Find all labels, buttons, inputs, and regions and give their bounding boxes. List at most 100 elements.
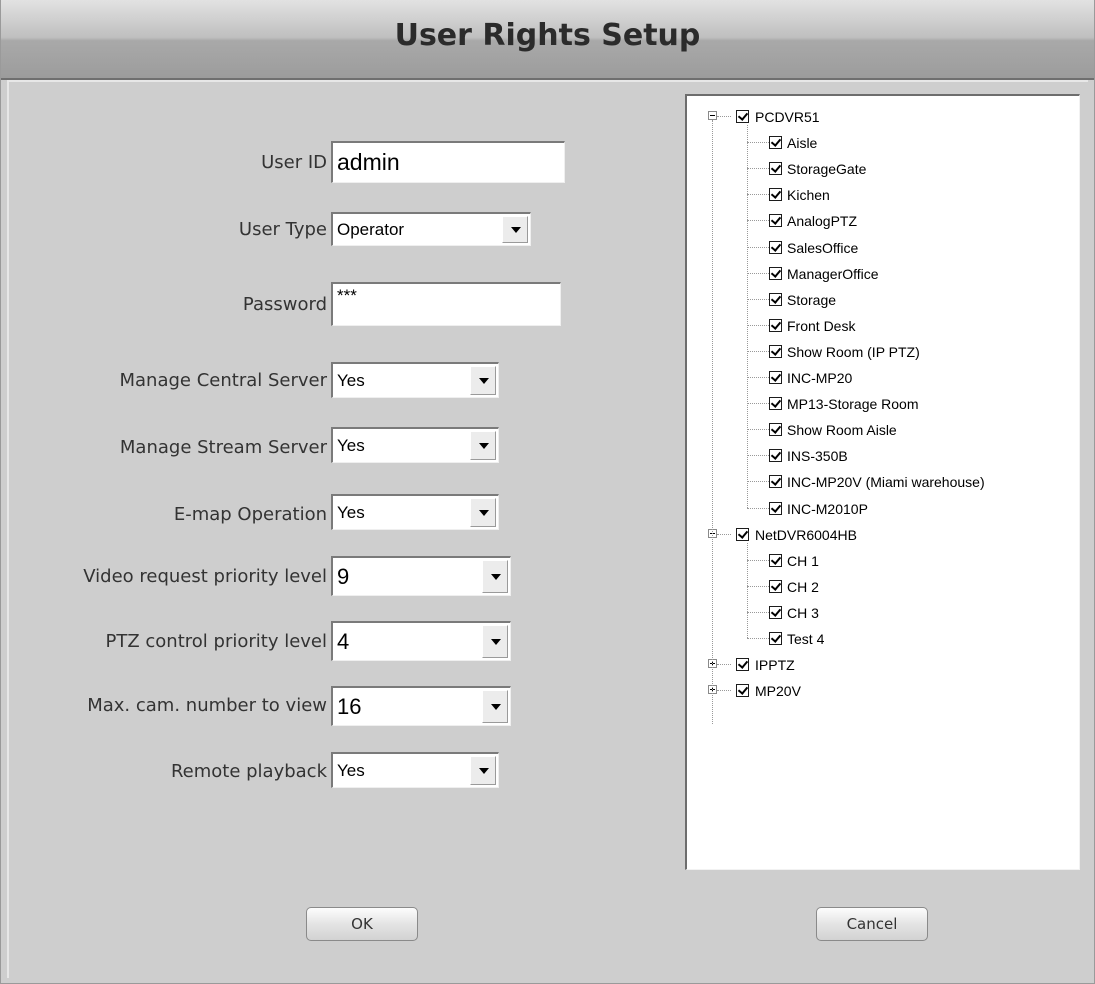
- max-cam-value: 16: [337, 693, 362, 719]
- remote-playback-select[interactable]: Yes: [331, 752, 499, 788]
- tree-connector: [747, 246, 769, 248]
- tree-connector: [747, 481, 769, 483]
- chevron-down-icon[interactable]: [470, 431, 496, 460]
- emap-operation-select[interactable]: Yes: [331, 494, 499, 530]
- emap-operation-value: Yes: [337, 502, 365, 522]
- tree-child-label[interactable]: Storage: [787, 292, 836, 308]
- video-priority-select[interactable]: 9: [331, 556, 511, 596]
- password-field[interactable]: ***: [331, 282, 561, 326]
- title-bar: User Rights Setup: [1, 0, 1094, 80]
- tree-connector: [747, 455, 769, 457]
- tree-connector: [747, 194, 769, 196]
- chevron-down-icon[interactable]: [482, 690, 508, 723]
- manage-central-server-value: Yes: [337, 370, 365, 390]
- checkbox-checked-icon[interactable]: [769, 449, 782, 463]
- chevron-down-icon[interactable]: [470, 498, 496, 527]
- checkbox-checked-icon[interactable]: [769, 632, 782, 645]
- tree-child-label[interactable]: INC-MP20V (Miami warehouse): [787, 474, 985, 490]
- tree-connector: [747, 611, 769, 613]
- manage-stream-server-value: Yes: [337, 435, 365, 455]
- checkbox-checked-icon[interactable]: [769, 423, 782, 437]
- tree-child-label[interactable]: INC-M2010P: [787, 501, 868, 517]
- checkbox-checked-icon[interactable]: [769, 475, 782, 489]
- tree-connector: [747, 125, 748, 508]
- checkbox-checked-icon[interactable]: [769, 162, 782, 176]
- checkbox-checked-icon[interactable]: [769, 344, 782, 358]
- chevron-down-icon[interactable]: [482, 560, 508, 593]
- user-type-label: User Type: [238, 219, 327, 240]
- tree-node-label[interactable]: PCDVR51: [755, 109, 820, 125]
- tree-child-label[interactable]: INC-MP20: [787, 370, 852, 386]
- ok-button[interactable]: OK: [306, 907, 418, 941]
- checkbox-checked-icon[interactable]: [769, 136, 782, 150]
- ptz-priority-select[interactable]: 4: [331, 621, 511, 661]
- tree-connector: [747, 638, 769, 639]
- checkbox-checked-icon[interactable]: [769, 188, 782, 202]
- tree-connector: [747, 272, 769, 274]
- ptz-priority-label: PTZ control priority level: [105, 631, 328, 652]
- tree-child-label[interactable]: CH 2: [787, 579, 819, 595]
- checkbox-checked-icon[interactable]: [736, 658, 749, 672]
- manage-central-server-select[interactable]: Yes: [331, 362, 499, 398]
- tree-child-label[interactable]: Show Room (IP PTZ): [787, 344, 920, 360]
- checkbox-checked-icon[interactable]: [769, 397, 782, 411]
- tree-child-label[interactable]: Show Room Aisle: [787, 422, 897, 438]
- tree-node-label[interactable]: NetDVR6004HB: [755, 527, 857, 543]
- tree-child-label[interactable]: Front Desk: [787, 318, 855, 334]
- tree-child-label[interactable]: CH 3: [787, 605, 819, 621]
- checkbox-checked-icon[interactable]: [769, 501, 782, 515]
- checkbox-checked-icon[interactable]: [736, 110, 749, 123]
- user-id-label: User ID: [261, 152, 327, 173]
- remote-playback-value: Yes: [337, 760, 365, 780]
- camera-tree[interactable]: PCDVR51 Aisle StorageGate Kichen AnalogPTZ Sa…: [685, 94, 1080, 870]
- manage-stream-server-select[interactable]: Yes: [331, 427, 499, 463]
- user-type-select[interactable]: Operator: [331, 212, 531, 246]
- collapse-icon[interactable]: [708, 111, 717, 120]
- checkbox-checked-icon[interactable]: [769, 292, 782, 306]
- checkbox-checked-icon[interactable]: [769, 318, 782, 332]
- tree-child-label[interactable]: Aisle: [787, 135, 817, 151]
- checkbox-checked-icon[interactable]: [769, 579, 782, 593]
- tree-child-label[interactable]: StorageGate: [787, 161, 866, 177]
- tree-connector: [717, 664, 731, 666]
- tree-connector: [712, 120, 713, 725]
- checkbox-checked-icon[interactable]: [736, 684, 749, 698]
- checkbox-checked-icon[interactable]: [736, 527, 749, 541]
- tree-child-label[interactable]: AnalogPTZ: [787, 213, 857, 229]
- cancel-button[interactable]: Cancel: [816, 907, 928, 941]
- tree-connector: [717, 116, 731, 117]
- tree-node-label[interactable]: IPPTZ: [755, 657, 795, 673]
- max-cam-label: Max. cam. number to view: [87, 695, 327, 716]
- tree-child-label[interactable]: Kichen: [787, 187, 830, 203]
- password-label: Password: [242, 294, 327, 315]
- user-rights-dialog: User Rights Setup User ID admin User Typ…: [0, 0, 1095, 984]
- chevron-down-icon[interactable]: [482, 625, 508, 658]
- tree-connector: [747, 585, 769, 587]
- tree-connector: [747, 298, 769, 300]
- checkbox-checked-icon[interactable]: [769, 605, 782, 619]
- remote-playback-label: Remote playback: [170, 761, 327, 782]
- tree-child-label[interactable]: INS-350B: [787, 448, 848, 464]
- tree-connector: [717, 533, 731, 535]
- tree-child-label[interactable]: Test 4: [787, 631, 824, 647]
- user-id-field[interactable]: admin: [331, 141, 565, 183]
- manage-central-server-label: Manage Central Server: [119, 370, 327, 391]
- checkbox-checked-icon[interactable]: [769, 371, 782, 384]
- checkbox-checked-icon[interactable]: [769, 240, 782, 254]
- checkbox-checked-icon[interactable]: [769, 266, 782, 280]
- chevron-down-icon[interactable]: [470, 756, 496, 785]
- manage-stream-server-label: Manage Stream Server: [119, 437, 327, 458]
- tree-child-label[interactable]: CH 1: [787, 553, 819, 569]
- tree-child-label[interactable]: ManagerOffice: [787, 266, 879, 282]
- tree-node-label[interactable]: MP20V: [755, 683, 801, 699]
- max-cam-select[interactable]: 16: [331, 686, 511, 726]
- tree-connector: [747, 220, 769, 222]
- checkbox-checked-icon[interactable]: [769, 553, 782, 567]
- tree-child-label[interactable]: MP13-Storage Room: [787, 396, 919, 412]
- tree-connector: [747, 324, 769, 326]
- checkbox-checked-icon[interactable]: [769, 214, 782, 228]
- chevron-down-icon[interactable]: [502, 216, 528, 243]
- video-priority-value: 9: [337, 563, 350, 589]
- tree-child-label[interactable]: SalesOffice: [787, 240, 858, 256]
- chevron-down-icon[interactable]: [470, 366, 496, 395]
